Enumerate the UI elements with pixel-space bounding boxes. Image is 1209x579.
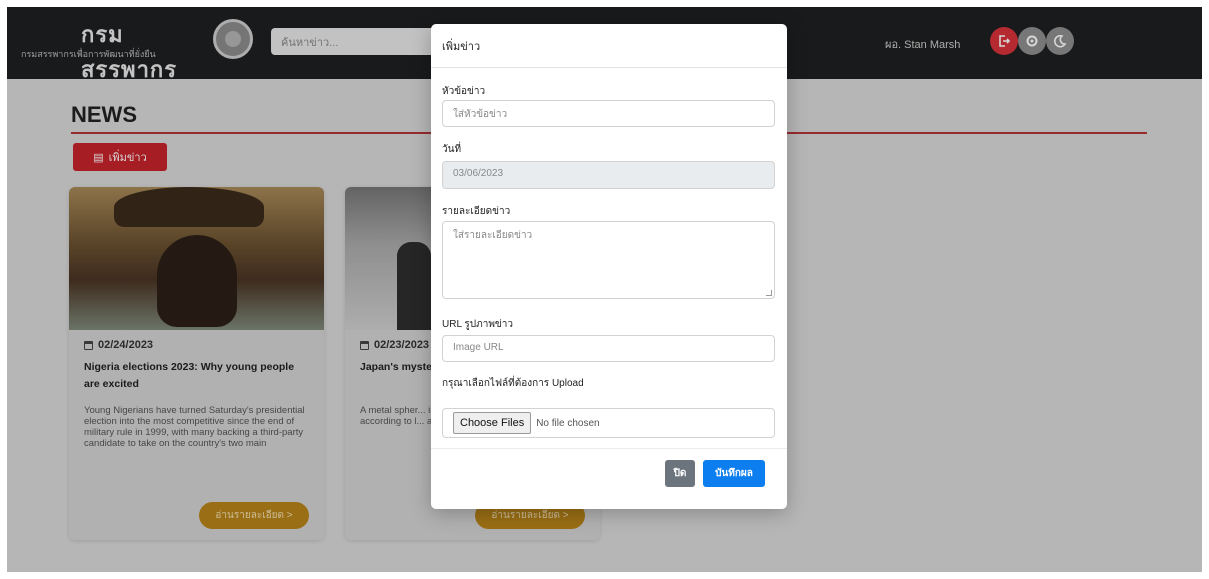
- date-label: วันที่: [442, 144, 462, 155]
- upload-label: กรุณาเลือกไฟล์ที่ต้องการ Upload: [442, 378, 584, 389]
- save-button[interactable]: บันทึกผล: [703, 460, 765, 487]
- detail-placeholder: ใส่รายละเอียดข่าว: [453, 230, 533, 241]
- add-news-modal: เพิ่มข่าว หัวข้อข่าว ใส่หัวข้อข่าว วันที…: [431, 24, 787, 509]
- image-url-input[interactable]: Image URL: [442, 335, 775, 362]
- image-url-label: URL รูปภาพข่าว: [442, 319, 513, 330]
- modal-footer-divider: [431, 448, 787, 449]
- detail-textarea[interactable]: ใส่รายละเอียดข่าว: [442, 221, 775, 299]
- modal-title: เพิ่มข่าว: [442, 41, 481, 53]
- no-file-text: No file chosen: [536, 417, 600, 429]
- detail-label: รายละเอียดข่าว: [442, 206, 511, 217]
- modal-header: เพิ่มข่าว: [431, 24, 787, 68]
- file-upload-field: Choose Files No file chosen: [442, 408, 775, 438]
- close-button[interactable]: ปิด: [665, 460, 695, 487]
- headline-input[interactable]: ใส่หัวข้อข่าว: [442, 100, 775, 127]
- choose-files-button[interactable]: Choose Files: [453, 412, 532, 434]
- app-frame: กรมสรรพากร กรมสรรพากรเพื่อการพัฒนาที่ยั่…: [7, 7, 1202, 572]
- headline-label: หัวข้อข่าว: [442, 86, 486, 97]
- resize-handle-icon[interactable]: [766, 290, 772, 296]
- date-input: 03/06/2023: [442, 161, 775, 189]
